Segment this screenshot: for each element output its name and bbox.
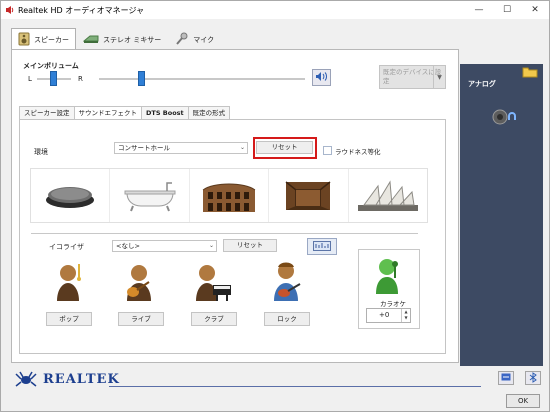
tab-stereo-mixer-label: ステレオ ミキサー	[103, 35, 162, 44]
environment-select-value: コンサートホール	[118, 144, 170, 152]
tab-microphone[interactable]: マイク	[168, 28, 221, 50]
mute-button[interactable]	[312, 69, 331, 86]
preset-rock-button[interactable]: ロック	[264, 312, 310, 326]
preset-club-button[interactable]: クラブ	[191, 312, 237, 326]
pop-character-icon	[51, 261, 91, 303]
connector-panel: アナログ	[460, 64, 543, 366]
footer-line	[109, 386, 481, 387]
balance-left-label: L	[28, 75, 32, 83]
preset-pop-button[interactable]: ポップ	[46, 312, 92, 326]
equalizer-select-value: <なし>	[116, 242, 140, 250]
environment-select[interactable]: コンサートホール ⌄	[114, 142, 248, 154]
environment-preset-colosseum[interactable]	[190, 169, 270, 222]
ok-button[interactable]: OK	[506, 394, 540, 408]
environment-presets	[30, 168, 428, 223]
preset-live-button[interactable]: ライブ	[118, 312, 164, 326]
tab-speaker-config[interactable]: スピーカー設定	[19, 106, 75, 120]
balance-right-label: R	[78, 75, 83, 83]
bluetooth-icon	[529, 371, 537, 385]
tab-sound-effects[interactable]: サウンドエフェクト	[73, 106, 142, 120]
speaker-app-icon	[5, 5, 15, 15]
speaker-volume-icon	[315, 71, 328, 84]
analog-label: アナログ	[468, 80, 496, 88]
volume-slider[interactable]	[138, 71, 145, 86]
tab-dts-boost[interactable]: DTS Boost	[141, 106, 189, 120]
loudness-checkbox[interactable]	[323, 146, 332, 155]
bluetooth-button[interactable]	[525, 371, 541, 385]
equalizer-select[interactable]: <なし> ⌄	[112, 240, 217, 252]
minimize-button[interactable]: —	[465, 1, 493, 19]
equalizer-reset-button[interactable]: リセット	[223, 239, 277, 252]
equalizer-label: イコライザ	[49, 243, 84, 251]
karaoke-character-icon	[373, 256, 405, 298]
maximize-button[interactable]: ☐	[493, 1, 521, 19]
tab-microphone-label: マイク	[193, 35, 215, 44]
microphone-device-icon	[175, 32, 189, 48]
main-volume-title: メインボリューム	[23, 62, 79, 70]
chevron-down-icon: ⌄	[239, 144, 245, 151]
graphic-eq-button[interactable]	[307, 238, 337, 255]
opera-house-icon	[357, 179, 418, 211]
set-default-device-button[interactable]: 既定のデバイスに設定 ▼	[379, 65, 446, 89]
bathtub-icon	[124, 181, 176, 211]
karaoke-label: カラオケ	[380, 300, 406, 308]
crab-logo-icon	[15, 371, 37, 387]
close-button[interactable]: ✕	[521, 1, 549, 19]
window-title: Realtek HD オーディオマネージャ	[18, 5, 145, 15]
realtek-wordmark: REALTEK	[43, 371, 120, 387]
environment-preset-opera-house[interactable]	[349, 169, 427, 222]
folder-icon[interactable]	[522, 66, 538, 80]
environment-label: 環境	[34, 148, 48, 156]
title-bar: Realtek HD オーディオマネージャ — ☐ ✕	[1, 1, 549, 19]
section-divider	[31, 233, 418, 234]
karaoke-stepper[interactable]: +0 ▲ ▼	[366, 308, 411, 323]
volume-track	[99, 78, 305, 80]
balance-slider[interactable]	[50, 71, 57, 86]
mixer-device-icon	[82, 33, 99, 47]
live-character-icon	[119, 261, 159, 303]
info-button[interactable]	[498, 371, 514, 385]
info-icon	[501, 373, 511, 383]
loudness-label: ラウドネス等化	[335, 148, 381, 156]
effect-tabs: スピーカー設定 サウンドエフェクト DTS Boost 既定の形式	[19, 106, 231, 120]
realtek-logo: REALTEK	[15, 371, 120, 387]
reset-highlight-frame	[253, 137, 317, 159]
club-character-icon	[193, 261, 233, 303]
audio-manager-window: Realtek HD オーディオマネージャ — ☐ ✕ スピーカー ステレオ ミ…	[0, 0, 550, 412]
environment-preset-room[interactable]	[269, 169, 349, 222]
stone-icon	[46, 186, 95, 208]
karaoke-value: +0	[379, 311, 390, 319]
tab-speaker-label: スピーカー	[34, 35, 69, 44]
environment-preset-stone[interactable]	[31, 169, 111, 222]
tab-speaker[interactable]: スピーカー	[11, 28, 76, 50]
wooden-room-icon	[285, 180, 331, 210]
environment-preset-bathroom[interactable]	[110, 169, 190, 222]
tab-stereo-mixer[interactable]: ステレオ ミキサー	[76, 28, 168, 50]
equalizer-icon	[313, 240, 331, 253]
chevron-down-icon: ▼	[433, 66, 445, 88]
stepper-arrows-icon[interactable]: ▲ ▼	[401, 309, 410, 322]
device-tabs: スピーカー ステレオ ミキサー マイク	[11, 28, 221, 50]
tab-default-format[interactable]: 既定の形式	[187, 106, 231, 120]
audio-jack-icon[interactable]	[492, 109, 518, 127]
colosseum-icon	[202, 183, 256, 212]
chevron-down-icon: ⌄	[208, 242, 214, 249]
speaker-device-icon	[18, 32, 30, 48]
rock-character-icon	[266, 261, 306, 303]
